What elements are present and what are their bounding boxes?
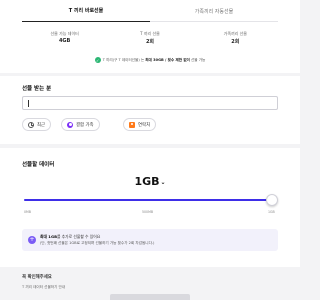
family-icon: [67, 121, 73, 128]
stat-family-gift-count: 가족끼리 선물 2회: [193, 31, 278, 45]
amount-title: 선물할 데이터: [22, 162, 55, 168]
amount-value: 1GB: [134, 175, 160, 188]
stat-label: 가족끼리 선물: [223, 31, 247, 36]
contact-icon: [129, 121, 135, 128]
tab-family-auto-gift[interactable]: 가족끼리 자동선물: [150, 0, 278, 22]
plus-icon: +: [28, 236, 36, 244]
info-prefix: T 끼리(구 T 데이터선물) 는: [102, 57, 145, 62]
notice-line1: 최대 1GB를 추가로 선물할 수 있어요: [40, 234, 100, 240]
tick-min: 0MB: [24, 210, 31, 214]
gift-type-tabs: T 끼리 바로선물 가족끼리 자동선물: [22, 0, 278, 22]
chip-label: 최근: [37, 122, 46, 128]
stat-label: 선물 가능 데이터: [50, 31, 79, 36]
contacts-chip[interactable]: 연락처: [123, 118, 157, 131]
gift-stats: 선물 가능 데이터 4GB T 끼리 선물 2회 가족끼리 선물 2회: [22, 31, 278, 45]
gift-info-note: ✓ T 끼리(구 T 데이터선물) 는 최대 30GB / 횟수 제한 없이 선…: [22, 57, 278, 63]
checklist-heading: 꼭 확인해주세요: [22, 275, 52, 280]
slider-thumb[interactable]: [266, 194, 278, 206]
info-suffix: 선물 가능: [190, 57, 206, 62]
stat-value: 2회: [145, 39, 155, 45]
tick-max: 1GB: [268, 210, 275, 214]
tab-t-direct-gift[interactable]: T 끼리 바로선물: [22, 0, 150, 22]
check-icon: ✓: [94, 57, 101, 63]
extra-gift-notice: + 최대 1GB를 추가로 선물할 수 있어요 (단, 첫번째 선물은 1GB로…: [22, 229, 278, 251]
chip-label: 연락처: [138, 122, 151, 128]
slider-fill: [24, 199, 272, 201]
recent-chip[interactable]: 최근: [22, 118, 52, 131]
recipient-title: 선물 받는 분: [22, 86, 52, 92]
notice-bold: 최대 1GB: [40, 234, 57, 239]
stat-label: T 끼리 선물: [140, 31, 160, 36]
text-caret: [28, 100, 29, 107]
chevron-down-icon: ⌄: [160, 178, 166, 186]
amount-slider[interactable]: [24, 194, 278, 206]
stat-value: 2회: [231, 39, 240, 45]
gift-submit-button[interactable]: [110, 294, 190, 300]
recipient-input[interactable]: [22, 96, 278, 110]
notice-rest: 를 추가로 선물할 수 있어요: [56, 234, 101, 239]
clock-icon: [28, 121, 34, 128]
chip-label: 결합 가족: [76, 122, 94, 128]
info-bold: 최대 30GB / 횟수 제한 없이: [145, 57, 190, 62]
tick-mid: 500MB: [142, 210, 154, 214]
stat-available-data: 선물 가능 데이터 4GB: [22, 31, 107, 45]
checklist-item[interactable]: T 끼리 데이터 선물하기 안내: [22, 285, 65, 290]
family-chip[interactable]: 결합 가족: [61, 118, 100, 131]
gift-summary-card: T 끼리 바로선물 가족끼리 자동선물 선물 가능 데이터 4GB T 끼리 선…: [0, 0, 300, 73]
notice-line2: (단, 첫번째 선물은 1GB로 고정되며 선물하기 가능 횟수가 2회 차감됩…: [40, 241, 155, 245]
amount-selector[interactable]: 1GB⌄: [0, 175, 300, 188]
stat-t-gift-count: T 끼리 선물 2회: [107, 31, 192, 45]
stat-value: 4GB: [58, 38, 71, 44]
